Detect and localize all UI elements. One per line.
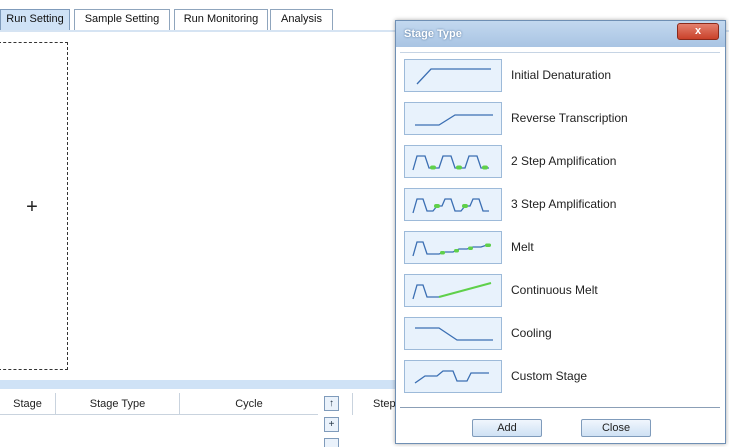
initial-denaturation-icon [404, 59, 502, 92]
add-row-button[interactable]: + [324, 417, 339, 432]
move-up-button[interactable]: ↑ [324, 396, 339, 411]
dialog-title: Stage Type [404, 28, 462, 40]
stage-type-dialog: Stage Type x Initial Denaturation Revers… [395, 20, 726, 444]
add-button[interactable]: Add [472, 419, 542, 437]
add-stage-plus[interactable]: + [0, 43, 66, 371]
stage-type-cooling[interactable]: Cooling [404, 317, 720, 352]
stage-type-initial-denaturation[interactable]: Initial Denaturation [404, 59, 720, 94]
dialog-divider [400, 52, 720, 53]
stage-type-custom-stage[interactable]: Custom Stage [404, 360, 720, 395]
column-cycle[interactable]: Cycle [180, 393, 318, 415]
more-button[interactable] [324, 438, 339, 447]
stage-type-2-step-amplification[interactable]: 2 Step Amplification [404, 145, 720, 180]
custom-stage-icon [404, 360, 502, 393]
bottom-panel-divider [0, 380, 400, 389]
dialog-close-icon[interactable]: x [677, 23, 719, 40]
stage-type-label: Melt [511, 240, 534, 254]
column-step[interactable]: Step [352, 393, 400, 415]
tab-run-monitoring[interactable]: Run Monitoring [174, 9, 268, 30]
melt-icon [404, 231, 502, 264]
two-step-amplification-icon [404, 145, 502, 178]
stage-type-label: Cooling [511, 326, 552, 340]
three-step-amplification-icon [404, 188, 502, 221]
stage-table-header: Stage Stage Type Cycle [0, 393, 318, 415]
stage-type-label: Continuous Melt [511, 283, 598, 297]
stage-type-label: Reverse Transcription [511, 111, 628, 125]
stage-drop-area[interactable]: + [0, 42, 68, 370]
continuous-melt-icon [404, 274, 502, 307]
stage-type-label: Initial Denaturation [511, 68, 612, 82]
stage-type-melt[interactable]: Melt [404, 231, 720, 266]
tab-sample-setting[interactable]: Sample Setting [74, 9, 170, 30]
stage-type-label: Custom Stage [511, 369, 588, 383]
close-button[interactable]: Close [581, 419, 651, 437]
stage-type-label: 3 Step Amplification [511, 197, 617, 211]
stage-type-3-step-amplification[interactable]: 3 Step Amplification [404, 188, 720, 223]
reverse-transcription-icon [404, 102, 502, 135]
dialog-footer-divider [400, 407, 720, 408]
dialog-titlebar[interactable]: Stage Type x [396, 21, 725, 47]
stage-type-continuous-melt[interactable]: Continuous Melt [404, 274, 720, 309]
column-stage-type[interactable]: Stage Type [56, 393, 180, 415]
tab-analysis[interactable]: Analysis [270, 9, 333, 30]
stage-type-reverse-transcription[interactable]: Reverse Transcription [404, 102, 720, 137]
cooling-icon [404, 317, 502, 350]
stage-type-label: 2 Step Amplification [511, 154, 617, 168]
column-stage[interactable]: Stage [0, 393, 56, 415]
tab-run-setting[interactable]: Run Setting [0, 9, 70, 30]
